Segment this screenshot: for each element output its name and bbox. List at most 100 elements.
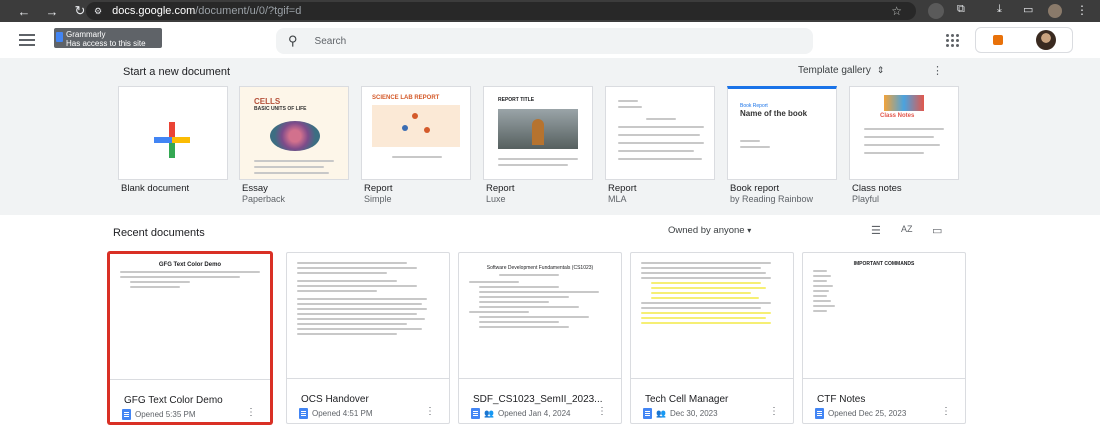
sidepanel-icon[interactable]: ▭ — [1023, 3, 1033, 16]
site-info-icon[interactable]: ⚙ — [94, 6, 102, 17]
url-host: docs.google.com — [112, 5, 196, 17]
template-section: Start a new document Template gallery ⇕ ⋮… — [0, 58, 1100, 215]
template-name: Report — [486, 183, 515, 194]
doc-preview — [287, 253, 449, 379]
extension-icon[interactable] — [928, 3, 944, 19]
forward-icon[interactable]: → — [38, 4, 66, 19]
folder-icon[interactable]: ▭ — [932, 224, 942, 237]
docs-header: Grammarly Has access to this site ⚲ Sear… — [0, 22, 1100, 58]
preview-title: Software Development Fundamentals (CS102… — [486, 265, 594, 271]
doc-opened: Dec 30, 2023 — [669, 409, 718, 418]
docs-icon — [643, 408, 652, 419]
back-icon[interactable]: ← — [10, 4, 38, 19]
template-name: Report — [364, 183, 393, 194]
browser-toolbar: ← → ↻ ⚙ docs.google.com/document/u/0/?tg… — [0, 0, 1100, 22]
template-gallery-button[interactable]: Template gallery ⇕ — [798, 65, 884, 76]
expand-icon: ⇕ — [876, 65, 885, 75]
doc-card[interactable]: GFG Text Color Demo GFG Text Color Demo … — [108, 252, 272, 424]
template-class-notes[interactable]: Class Notes — [849, 86, 959, 180]
doc-preview — [631, 253, 793, 379]
owner-filter-label: Owned by anyone — [668, 225, 745, 236]
template-name: Essay — [242, 183, 268, 194]
bookmark-star-icon[interactable]: ☆ — [891, 4, 902, 18]
doc-more-icon[interactable]: ⋮ — [246, 407, 256, 418]
template-heading: Start a new document — [123, 66, 231, 78]
doc-name: OCS Handover — [301, 394, 369, 405]
google-apps-icon[interactable] — [946, 34, 959, 47]
template-more-icon[interactable]: ⋮ — [932, 64, 943, 77]
doc-card[interactable]: Tech Cell Manager 👥 Dec 30, 2023 ⋮ — [630, 252, 794, 424]
preview-title: IMPORTANT COMMANDS — [853, 261, 915, 267]
template-report-mla[interactable] — [605, 86, 715, 180]
address-bar[interactable]: ⚙ docs.google.com/document/u/0/?tgif=d ☆ — [86, 2, 916, 20]
main-menu-icon[interactable] — [19, 34, 35, 49]
doc-name: CTF Notes — [817, 394, 866, 405]
template-sub: MLA — [608, 194, 627, 204]
shared-icon: 👥 — [656, 409, 666, 418]
science-illustration — [372, 105, 460, 147]
essay-thumb-title: CELLS — [254, 97, 281, 106]
download-icon[interactable]: ⤓ — [997, 3, 1002, 16]
grammarly-icon — [56, 32, 63, 42]
dropdown-arrow-icon: ▾ — [747, 226, 752, 235]
doc-opened: Opened 5:35 PM — [135, 410, 196, 419]
doc-card[interactable]: IMPORTANT COMMANDS CTF Notes Opened Dec … — [802, 252, 966, 424]
template-sub: Simple — [364, 194, 392, 204]
search-placeholder: Search — [314, 35, 347, 47]
docs-icon — [299, 408, 308, 419]
luxe-thumb-title: REPORT TITLE — [498, 97, 535, 103]
science-thumb-title: SCIENCE LAB REPORT — [372, 95, 440, 101]
template-report-luxe[interactable]: REPORT TITLE — [483, 86, 593, 180]
doc-name: SDF_CS1023_SemII_2023... — [473, 394, 603, 405]
preview-title: GFG Text Color Demo — [158, 262, 222, 268]
doc-preview: Software Development Fundamentals (CS102… — [459, 253, 621, 379]
template-essay[interactable]: CELLS BASIC UNITS OF LIFE — [239, 86, 349, 180]
store-icon[interactable] — [992, 35, 1003, 45]
account-avatar[interactable] — [1035, 30, 1056, 50]
doc-preview: GFG Text Color Demo — [110, 254, 270, 380]
doc-opened: Opened 4:51 PM — [312, 409, 373, 418]
luxe-photo — [498, 109, 578, 149]
list-view-icon[interactable]: ☰ — [871, 224, 881, 237]
class-thumb-title: Class Notes — [880, 113, 915, 119]
cell-illustration — [270, 121, 320, 151]
sort-az-icon[interactable]: AZ — [901, 224, 913, 234]
docs-icon — [122, 409, 131, 420]
plus-icon — [154, 122, 190, 158]
notes-illustration — [884, 95, 924, 111]
doc-name: GFG Text Color Demo — [124, 395, 223, 406]
doc-more-icon[interactable]: ⋮ — [769, 406, 779, 417]
template-name: Class notes — [852, 183, 902, 194]
doc-opened: Opened Jan 4, 2024 — [497, 409, 571, 418]
template-report-simple[interactable]: SCIENCE LAB REPORT — [361, 86, 471, 180]
url-path: /document/u/0/?tgif=d — [195, 5, 302, 17]
browser-menu-icon[interactable]: ⋮ — [1076, 3, 1088, 17]
template-blank[interactable] — [118, 86, 228, 180]
grammarly-name: Grammarly — [66, 30, 106, 39]
template-sub: Luxe — [486, 194, 506, 204]
account-area[interactable] — [975, 27, 1073, 53]
doc-more-icon[interactable]: ⋮ — [425, 406, 435, 417]
doc-more-icon[interactable]: ⋮ — [941, 406, 951, 417]
docs-icon — [471, 408, 480, 419]
recent-heading: Recent documents — [113, 227, 205, 239]
owner-filter-dropdown[interactable]: Owned by anyone ▾ — [668, 225, 751, 236]
essay-thumb-sub: BASIC UNITS OF LIFE — [254, 106, 307, 112]
shared-icon: 👥 — [484, 409, 494, 418]
template-name: Blank document — [121, 183, 190, 194]
search-input[interactable]: ⚲ Search — [276, 28, 813, 54]
search-icon: ⚲ — [288, 33, 298, 48]
doc-more-icon[interactable]: ⋮ — [597, 406, 607, 417]
template-sub: by Reading Rainbow — [730, 194, 814, 204]
book-thumb-title: Name of the book — [740, 109, 808, 118]
doc-opened: Opened Dec 25, 2023 — [828, 409, 907, 418]
template-sub: Paperback — [242, 194, 286, 204]
template-book-report[interactable]: Book Report Name of the book — [727, 86, 837, 180]
grammarly-tooltip: Grammarly Has access to this site — [54, 28, 162, 48]
doc-card[interactable]: OCS Handover Opened 4:51 PM ⋮ — [286, 252, 450, 424]
profile-avatar[interactable] — [1048, 4, 1062, 18]
doc-card[interactable]: Software Development Fundamentals (CS102… — [458, 252, 622, 424]
extensions-puzzle-icon[interactable]: ⧉ — [957, 3, 965, 16]
grammarly-note: Has access to this site — [66, 39, 146, 48]
template-sub: Playful — [852, 194, 880, 204]
